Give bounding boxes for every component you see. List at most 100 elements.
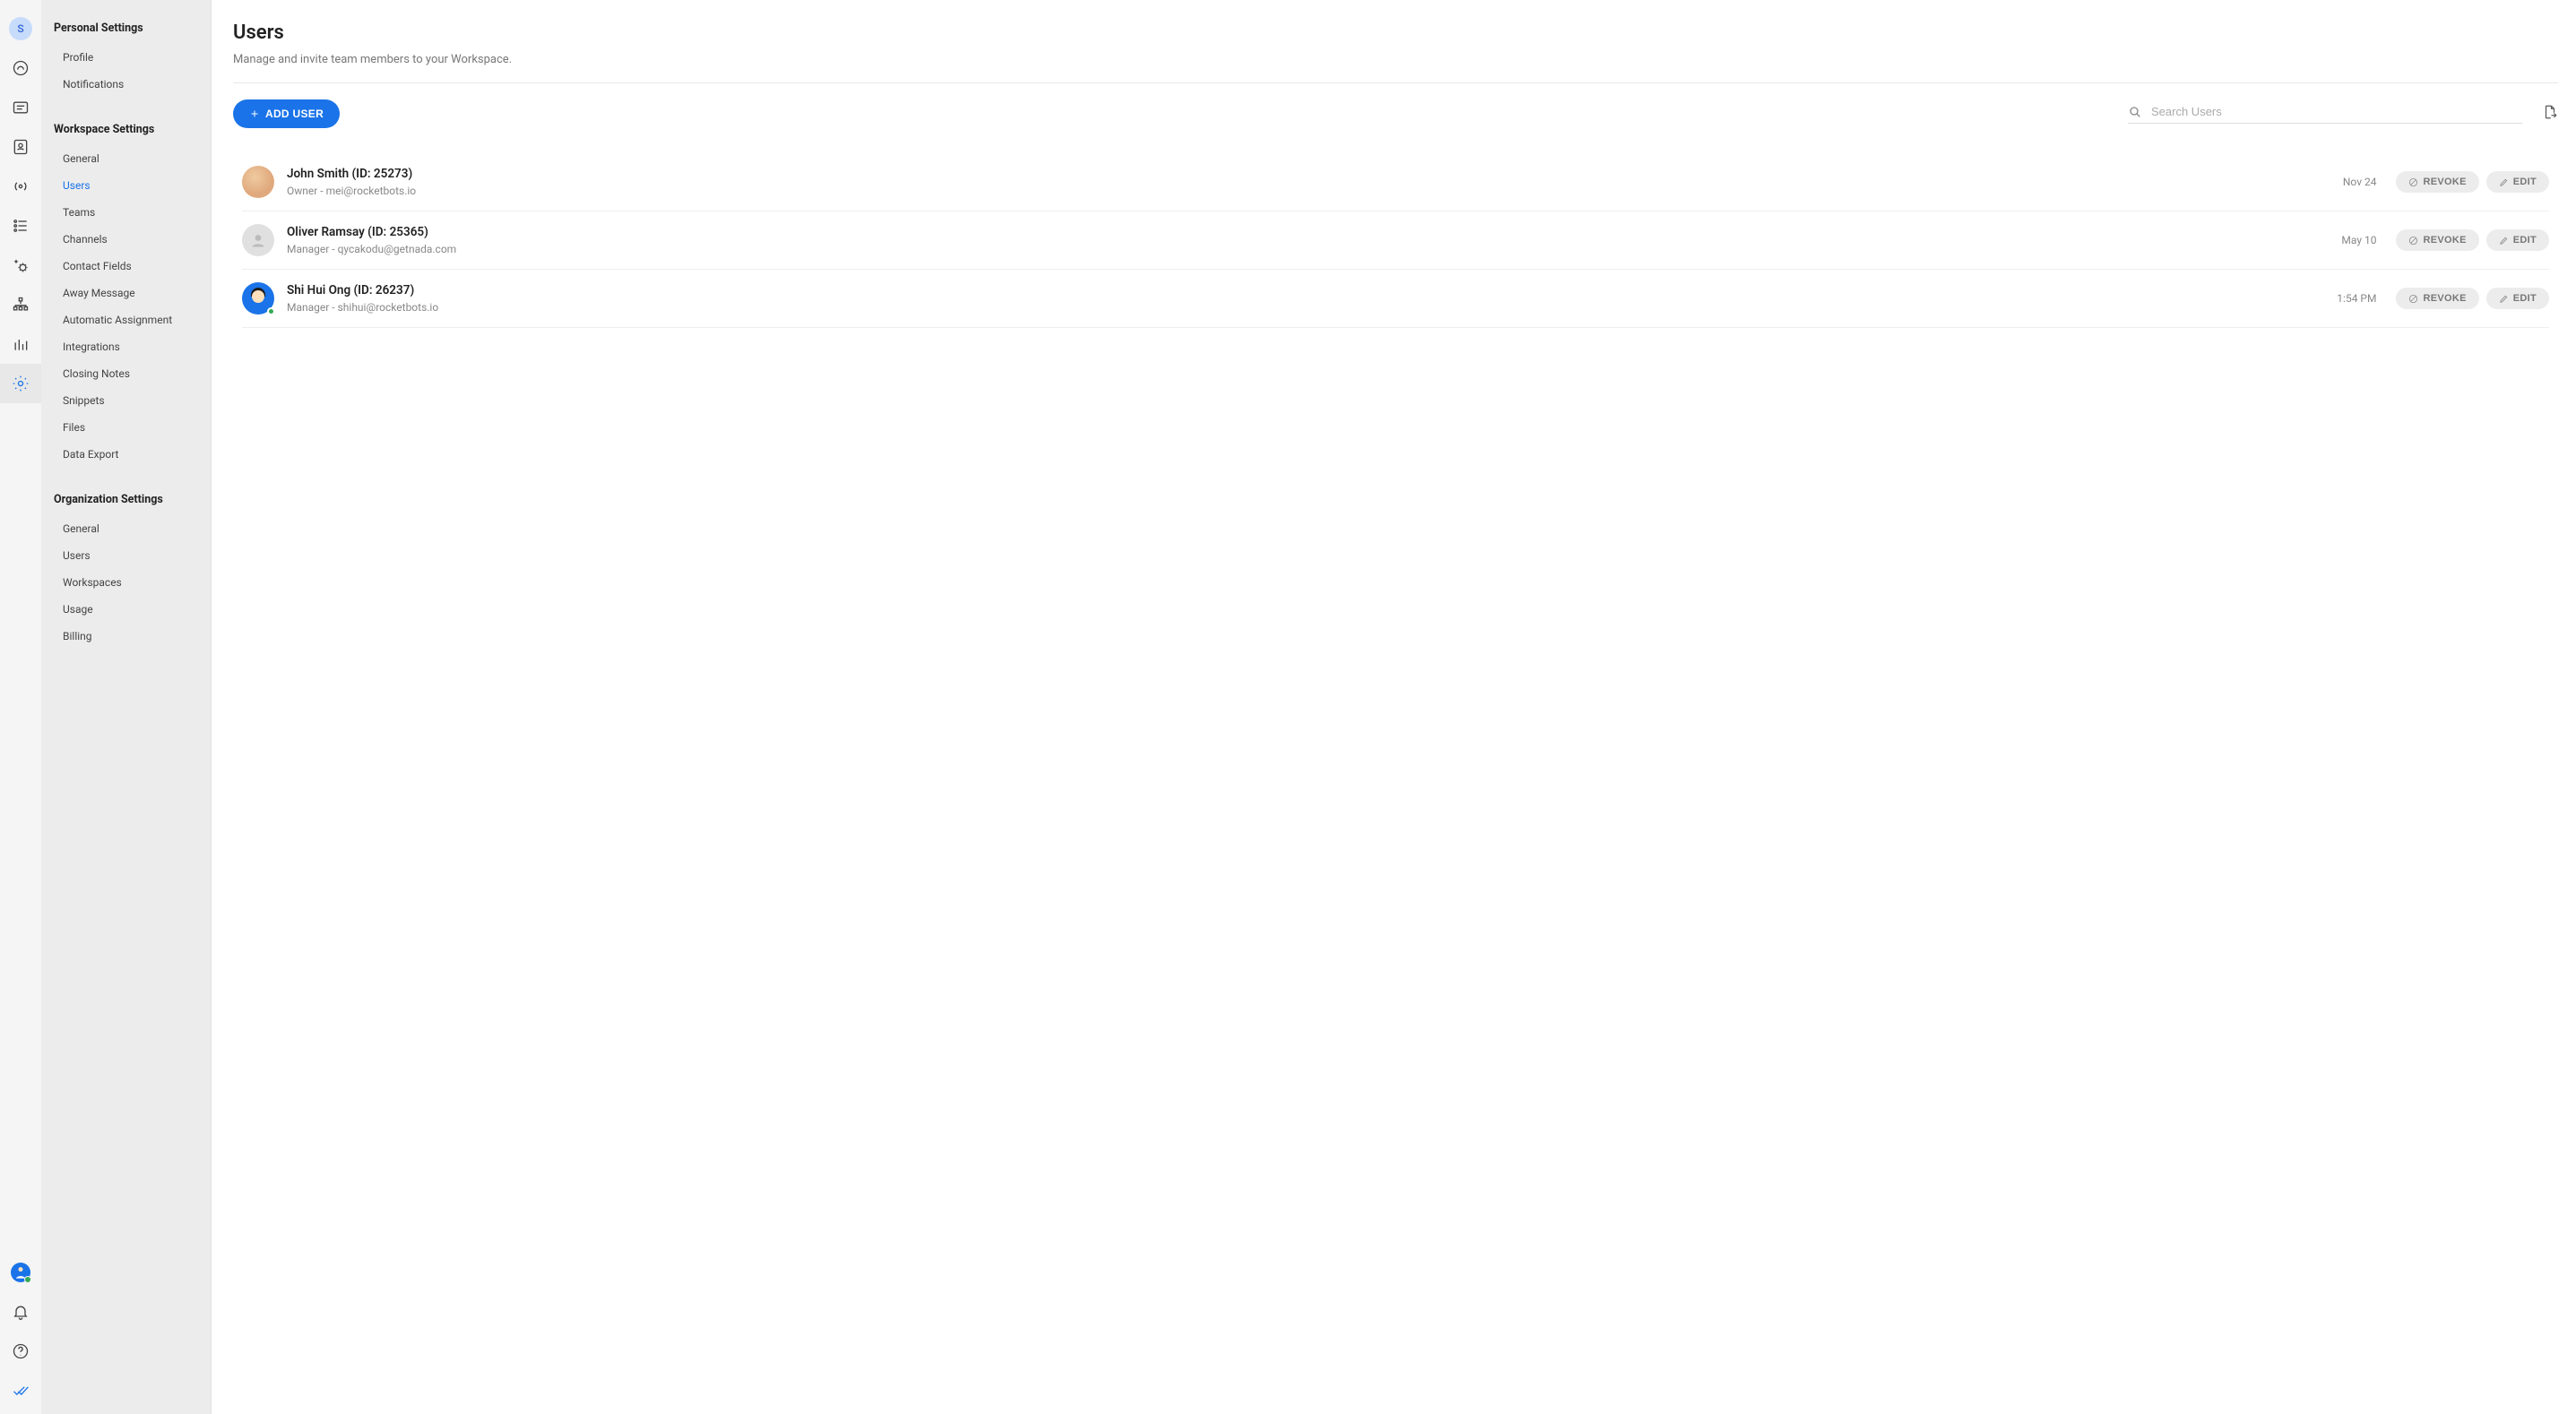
broadcast-icon xyxy=(12,177,30,195)
sidebar-section-workspace: Workspace Settings xyxy=(41,117,211,145)
sidebar-item-org-workspaces[interactable]: Workspaces xyxy=(41,569,211,596)
sidebar-item-notifications[interactable]: Notifications xyxy=(41,71,211,98)
search-icon xyxy=(2128,105,2142,119)
nav-automation[interactable] xyxy=(0,246,41,285)
sidebar-item-ws-snippets[interactable]: Snippets xyxy=(41,387,211,414)
nav-org[interactable] xyxy=(0,285,41,324)
nav-workflows[interactable] xyxy=(0,206,41,246)
user-row: Shi Hui Ong (ID: 26237) Manager - shihui… xyxy=(242,270,2549,328)
sidebar-item-ws-files[interactable]: Files xyxy=(41,414,211,441)
sidebar-item-ws-closing-notes[interactable]: Closing Notes xyxy=(41,360,211,387)
bar-chart-icon xyxy=(12,335,30,353)
sidebar-item-ws-users[interactable]: Users xyxy=(41,172,211,199)
page-title: Users xyxy=(233,22,2558,44)
sidebar-section-organization: Organization Settings xyxy=(41,487,211,515)
sidebar-item-org-billing[interactable]: Billing xyxy=(41,623,211,650)
user-meta: Manager - shihui@rocketbots.io xyxy=(287,301,2337,314)
block-icon xyxy=(2408,294,2418,304)
user-name: Oliver Ramsay (ID: 25365) xyxy=(287,225,2341,239)
message-icon xyxy=(12,99,30,116)
sidebar-item-ws-automatic-assignment[interactable]: Automatic Assignment xyxy=(41,306,211,333)
revoke-button[interactable]: REVOKE xyxy=(2396,229,2478,251)
plus-icon xyxy=(249,108,260,119)
user-date: May 10 xyxy=(2341,234,2376,246)
user-name: Shi Hui Ong (ID: 26237) xyxy=(287,283,2337,297)
nav-help[interactable] xyxy=(0,1332,41,1371)
user-row: John Smith (ID: 25273) Owner - mei@rocke… xyxy=(242,153,2549,211)
nav-dashboard[interactable] xyxy=(0,48,41,88)
user-date: Nov 24 xyxy=(2343,176,2377,188)
revoke-button[interactable]: REVOKE xyxy=(2396,171,2478,193)
page-subtitle: Manage and invite team members to your W… xyxy=(233,53,2558,83)
nav-current-user[interactable] xyxy=(0,1253,41,1292)
sidebar-item-org-users[interactable]: Users xyxy=(41,542,211,569)
nav-notifications[interactable] xyxy=(0,1292,41,1332)
user-meta: Owner - mei@rocketbots.io xyxy=(287,185,2343,197)
sidebar-item-ws-general[interactable]: General xyxy=(41,145,211,172)
contact-icon xyxy=(12,138,30,156)
edit-button[interactable]: EDIT xyxy=(2486,171,2549,193)
workspace-switcher[interactable]: S xyxy=(0,9,41,48)
edit-button[interactable]: EDIT xyxy=(2486,288,2549,309)
sidebar-item-profile[interactable]: Profile xyxy=(41,44,211,71)
user-date: 1:54 PM xyxy=(2337,292,2376,305)
block-icon xyxy=(2408,236,2418,246)
user-row: Oliver Ramsay (ID: 25365) Manager - qyca… xyxy=(242,211,2549,270)
nav-settings[interactable] xyxy=(0,364,41,403)
sidebar-item-ws-integrations[interactable]: Integrations xyxy=(41,333,211,360)
sidebar-item-ws-teams[interactable]: Teams xyxy=(41,199,211,226)
export-button[interactable] xyxy=(2542,104,2558,124)
sidebar-section-personal: Personal Settings xyxy=(41,16,211,44)
main-content: Users Manage and invite team members to … xyxy=(212,0,2576,1414)
nav-contacts[interactable] xyxy=(0,127,41,167)
pencil-icon xyxy=(2499,236,2509,246)
bell-icon xyxy=(12,1303,30,1321)
gauge-icon xyxy=(12,59,30,77)
icon-rail: S xyxy=(0,0,41,1414)
sidebar-item-org-usage[interactable]: Usage xyxy=(41,596,211,623)
toolbar: ADD USER xyxy=(233,99,2558,128)
block-icon xyxy=(2408,177,2418,187)
person-placeholder-icon xyxy=(249,231,267,249)
nav-messages[interactable] xyxy=(0,88,41,127)
workspace-initial-badge: S xyxy=(9,17,32,40)
gear-icon xyxy=(12,375,30,392)
pencil-icon xyxy=(2499,294,2509,304)
edit-label: EDIT xyxy=(2513,235,2537,246)
add-user-label: ADD USER xyxy=(265,108,324,120)
help-icon xyxy=(12,1342,30,1360)
sitemap-icon xyxy=(12,296,30,314)
user-meta: Manager - qycakodu@getnada.com xyxy=(287,243,2341,255)
nav-brand[interactable] xyxy=(0,1371,41,1410)
edit-button[interactable]: EDIT xyxy=(2486,229,2549,251)
presence-dot-icon xyxy=(267,307,275,315)
list-icon xyxy=(12,217,30,235)
user-avatar xyxy=(242,166,274,198)
user-avatar xyxy=(242,282,274,315)
search-area xyxy=(2128,105,2522,124)
nav-broadcast[interactable] xyxy=(0,167,41,206)
sidebar-item-ws-data-export[interactable]: Data Export xyxy=(41,441,211,468)
edit-label: EDIT xyxy=(2513,293,2537,304)
sidebar-item-ws-away-message[interactable]: Away Message xyxy=(41,280,211,306)
revoke-label: REVOKE xyxy=(2423,235,2466,246)
sidebar-item-ws-contact-fields[interactable]: Contact Fields xyxy=(41,253,211,280)
double-check-icon xyxy=(12,1382,30,1400)
sidebar-item-ws-channels[interactable]: Channels xyxy=(41,226,211,253)
sparkle-gear-icon xyxy=(12,256,30,274)
file-export-icon xyxy=(2542,104,2558,120)
search-input[interactable] xyxy=(2151,105,2522,118)
revoke-label: REVOKE xyxy=(2423,293,2466,304)
user-list: John Smith (ID: 25273) Owner - mei@rocke… xyxy=(233,153,2558,328)
pencil-icon xyxy=(2499,177,2509,187)
user-avatar xyxy=(242,224,274,256)
sidebar-item-org-general[interactable]: General xyxy=(41,515,211,542)
revoke-button[interactable]: REVOKE xyxy=(2396,288,2478,309)
settings-sidebar: Personal Settings Profile Notifications … xyxy=(41,0,212,1414)
user-name: John Smith (ID: 25273) xyxy=(287,167,2343,181)
user-avatar-icon xyxy=(11,1263,30,1282)
edit-label: EDIT xyxy=(2513,177,2537,187)
add-user-button[interactable]: ADD USER xyxy=(233,99,340,128)
nav-reports[interactable] xyxy=(0,324,41,364)
revoke-label: REVOKE xyxy=(2423,177,2466,187)
